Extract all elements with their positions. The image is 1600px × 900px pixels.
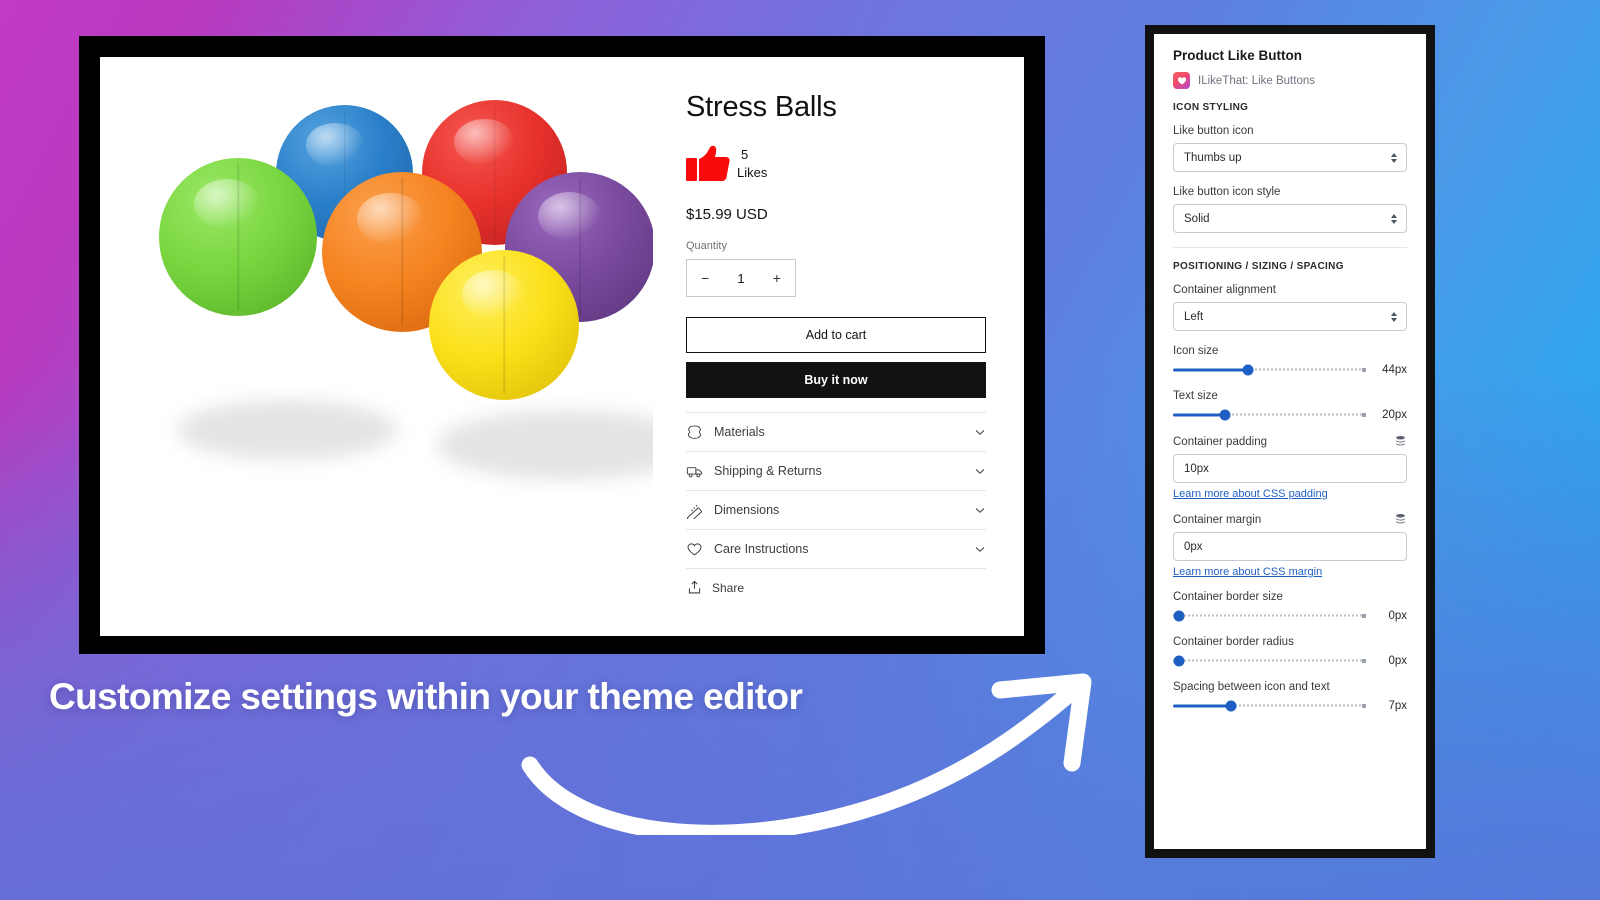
chevron-updown-icon: [1391, 311, 1397, 322]
slider-value-icon-size: 44px: [1382, 364, 1407, 376]
buy-it-now-button[interactable]: Buy it now: [686, 362, 986, 398]
settings-content: Product Like Button ILikeThat: Like Butt…: [1154, 34, 1426, 849]
label-spacing-icon-text: Spacing between icon and text: [1173, 681, 1330, 693]
slider-icon-size[interactable]: [1173, 363, 1366, 377]
product-media-column: [100, 57, 653, 636]
share-icon: [688, 580, 701, 594]
slider-container-border-radius[interactable]: [1173, 654, 1366, 668]
chevron-down-icon: [975, 430, 985, 436]
heart-app-logo-icon: [1173, 72, 1190, 89]
select-like-button-icon[interactable]: Thumbs up: [1173, 143, 1407, 172]
input-container-padding[interactable]: [1173, 454, 1407, 483]
label-icon-size: Icon size: [1173, 345, 1219, 357]
slider-text-size[interactable]: [1173, 408, 1366, 422]
section-heading-positioning: POSITIONING / SIZING / SPACING: [1173, 261, 1344, 272]
select-value: Thumbs up: [1184, 151, 1242, 164]
product-price: $15.99 USD: [686, 206, 768, 223]
share-label: Share: [712, 580, 745, 595]
slider-row-container-border-size: 0px: [1173, 609, 1407, 623]
quantity-label: Quantity: [686, 240, 727, 252]
product-page: Stress Balls 5 Likes $15.99 USD Quantity…: [100, 57, 1024, 636]
slider-row-text-size: 20px: [1173, 408, 1407, 422]
slider-container-border-size[interactable]: [1173, 609, 1366, 623]
accordion-label: Care Instructions: [714, 542, 809, 556]
accordion-shipping-returns[interactable]: Shipping & Returns: [686, 451, 986, 490]
slider-value-text-size: 20px: [1382, 409, 1407, 421]
accordion-label: Shipping & Returns: [714, 464, 822, 478]
slider-row-icon-size: 44px: [1173, 363, 1407, 377]
label-row-container-margin: Container margin: [1173, 513, 1407, 526]
chevron-down-icon: [975, 469, 985, 475]
theme-editor-settings-panel: Product Like Button ILikeThat: Like Butt…: [1145, 25, 1435, 858]
product-image[interactable]: [137, 80, 653, 520]
accordion-materials[interactable]: Materials: [686, 412, 986, 451]
app-identity-row: ILikeThat: Like Buttons: [1173, 72, 1407, 89]
select-container-alignment[interactable]: Left: [1173, 302, 1407, 331]
label-like-button-icon: Like button icon: [1173, 125, 1254, 137]
panel-title: Product Like Button: [1173, 48, 1302, 63]
like-count: 5: [741, 147, 749, 163]
label-container-margin: Container margin: [1173, 513, 1262, 526]
section-divider: [1173, 247, 1407, 248]
product-info-column: Stress Balls 5 Likes $15.99 USD Quantity…: [653, 57, 1024, 636]
accordion-care-instructions[interactable]: Care Instructions: [686, 529, 986, 568]
slider-value-container-border-size: 0px: [1388, 610, 1407, 622]
pointing-arrow-icon: [521, 673, 1092, 835]
stress-ball-yellow: [429, 250, 579, 400]
like-count-block: 5 Likes: [737, 146, 767, 182]
accordion-dimensions[interactable]: Dimensions: [686, 490, 986, 529]
quantity-increment-button[interactable]: +: [773, 270, 781, 286]
page-title: Stress Balls: [686, 91, 837, 123]
slider-spacing-icon-text[interactable]: [1173, 699, 1366, 713]
label-container-border-size: Container border size: [1173, 591, 1283, 603]
share-button[interactable]: Share: [686, 568, 986, 606]
stress-ball-green: [159, 158, 317, 316]
app-name: ILikeThat: Like Buttons: [1198, 74, 1315, 87]
ruler-icon: [687, 504, 702, 519]
quantity-decrement-button[interactable]: −: [701, 270, 709, 286]
label-container-border-radius: Container border radius: [1173, 636, 1294, 648]
truck-icon: [686, 466, 703, 477]
label-container-alignment: Container alignment: [1173, 284, 1276, 296]
thumbs-up-icon: [686, 145, 730, 181]
link-learn-css-padding[interactable]: Learn more about CSS padding: [1173, 488, 1407, 500]
accordion-label: Dimensions: [714, 503, 780, 517]
quantity-stepper[interactable]: − 1 +: [686, 259, 796, 297]
accordion-label: Materials: [714, 425, 765, 439]
quantity-value[interactable]: 1: [737, 271, 744, 286]
chevron-down-icon: [975, 547, 985, 553]
section-heading-icon-styling: ICON STYLING: [1173, 102, 1249, 113]
hide-icon: [687, 424, 702, 439]
chevron-updown-icon: [1391, 152, 1397, 163]
select-value: Left: [1184, 310, 1204, 323]
layers-icon[interactable]: [1394, 435, 1407, 448]
slider-row-container-border-radius: 0px: [1173, 654, 1407, 668]
slider-value-container-border-radius: 0px: [1388, 655, 1407, 667]
select-value: Solid: [1184, 212, 1210, 225]
chevron-updown-icon: [1391, 213, 1397, 224]
like-button[interactable]: 5 Likes: [686, 144, 986, 184]
label-container-padding: Container padding: [1173, 435, 1267, 448]
like-label: Likes: [737, 165, 768, 180]
label-like-button-icon-style: Like button icon style: [1173, 186, 1281, 198]
slider-row-spacing-icon-text: 7px: [1173, 699, 1407, 713]
label-row-container-padding: Container padding: [1173, 435, 1407, 448]
slider-value-spacing-icon-text: 7px: [1388, 700, 1407, 712]
layers-icon[interactable]: [1394, 513, 1407, 526]
link-learn-css-margin[interactable]: Learn more about CSS margin: [1173, 566, 1407, 578]
add-to-cart-button[interactable]: Add to cart: [686, 317, 986, 353]
input-container-margin[interactable]: [1173, 532, 1407, 561]
storefront-preview-frame: Stress Balls 5 Likes $15.99 USD Quantity…: [79, 36, 1045, 654]
select-like-button-icon-style[interactable]: Solid: [1173, 204, 1407, 233]
heart-icon: [687, 542, 702, 555]
chevron-down-icon: [975, 508, 985, 514]
label-text-size: Text size: [1173, 390, 1218, 402]
